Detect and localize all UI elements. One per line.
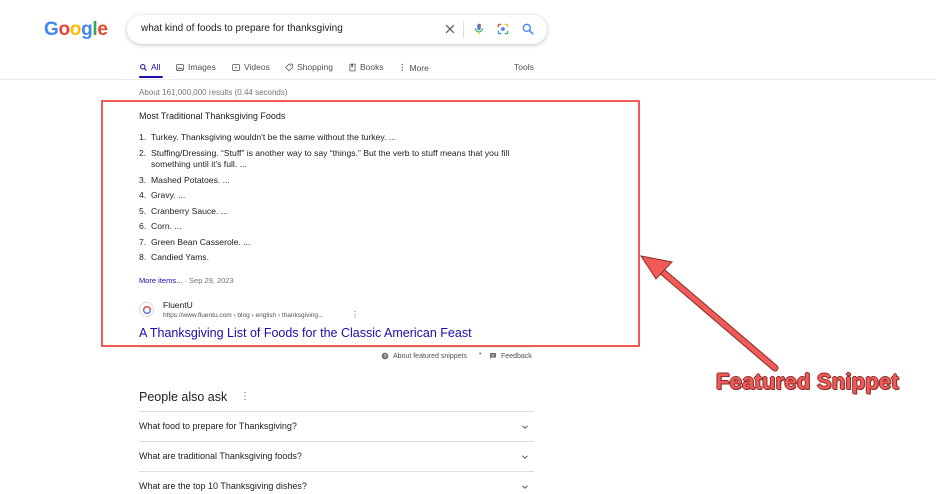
list-item: 7. Green Bean Casserole. ...: [139, 237, 539, 249]
lens-icon[interactable]: [496, 22, 510, 36]
separator-dot: •: [479, 351, 482, 358]
chevron-down-icon: [522, 485, 528, 489]
list-item: 2. Stuffing/Dressing. “Stuff” is another …: [139, 148, 539, 171]
list-number: 6.: [139, 221, 147, 231]
list-number: 5.: [139, 205, 147, 216]
about-featured-snippets[interactable]: ? About featured snippets: [381, 352, 467, 360]
paa-question-text: What are traditional Thanksgiving foods?: [139, 451, 302, 461]
logo-letter: o: [58, 19, 70, 40]
tab-label: Videos: [244, 62, 270, 72]
tab-label: Books: [360, 62, 384, 72]
more-options-icon[interactable]: ⋮: [351, 310, 359, 319]
search-icon[interactable]: [521, 22, 535, 36]
clear-icon[interactable]: [443, 22, 457, 36]
snippet-footer-divider: [139, 347, 534, 348]
search-box[interactable]: what kind of foods to prepare for thanks…: [127, 15, 547, 44]
result-stats: About 161,000,000 results (0.44 seconds): [139, 88, 288, 97]
chevron-down-icon: [522, 455, 528, 459]
microphone-icon[interactable]: [472, 22, 486, 36]
list-text: Candied Yams.: [151, 252, 209, 262]
source-url: https://www.fluentu.com › blog › english…: [163, 312, 324, 319]
list-number: 4.: [139, 190, 147, 200]
list-number: 3.: [139, 174, 147, 185]
tools-button[interactable]: Tools: [514, 62, 534, 72]
snippet-list: 1. Turkey. Thanksgiving wouldn't be the s…: [139, 132, 539, 268]
people-also-ask-title: People also ask: [139, 390, 228, 404]
featured-snippet-annotation-label: Featured Snippet: [716, 369, 899, 394]
tab-label: Images: [188, 62, 216, 72]
search-icon: [140, 63, 147, 71]
tab-label: More: [409, 62, 429, 73]
logo-letter: e: [97, 19, 108, 40]
tab-shopping[interactable]: Shopping: [284, 62, 333, 72]
list-item: 6. Corn. ...: [139, 221, 539, 233]
feedback-icon: [490, 353, 496, 359]
fluentu-favicon: [139, 302, 154, 317]
snippet-date: Sep 29, 2023: [189, 276, 234, 285]
image-icon: [176, 63, 184, 71]
snippet-title: Most Traditional Thanksgiving Foods: [139, 111, 286, 121]
list-text: Corn. ...: [151, 221, 182, 231]
list-item: 8. Candied Yams.: [139, 252, 539, 264]
tab-label: All: [151, 62, 161, 72]
chevron-down-icon: [522, 425, 528, 429]
more-items-line: More items... · Sep 29, 2023: [139, 276, 234, 285]
paa-question[interactable]: What are traditional Thanksgiving foods?: [139, 441, 534, 471]
search-input[interactable]: what kind of foods to prepare for thanks…: [141, 23, 343, 34]
more-items-link[interactable]: More items...: [139, 276, 182, 285]
logo-letter: o: [69, 19, 82, 40]
tab-images[interactable]: Images: [175, 62, 216, 72]
book-icon: [349, 63, 356, 71]
tab-label: Shopping: [297, 62, 333, 72]
tab-books[interactable]: Books: [348, 62, 384, 72]
list-text: Green Bean Casserole. ...: [151, 236, 251, 247]
more-vert-icon: ⋮: [398, 62, 407, 72]
fluentu-logo-icon: [142, 305, 151, 314]
list-item: 3. Mashed Potatoes. ...: [139, 175, 539, 187]
list-number: 7.: [139, 236, 147, 247]
video-icon: [232, 63, 240, 71]
list-number: 2.: [139, 147, 147, 158]
paa-question-text: What are the top 10 Thanksgiving dishes?: [139, 481, 307, 491]
result-title-link[interactable]: A Thanksgiving List of Foods for the Cla…: [139, 326, 472, 340]
list-item: 1. Turkey. Thanksgiving wouldn't be the s…: [139, 132, 539, 144]
header-divider: [0, 79, 936, 80]
tag-icon: [285, 63, 293, 71]
svg-text:?: ?: [384, 354, 387, 359]
list-text: Turkey. Thanksgiving wouldn't be the sam…: [151, 132, 396, 142]
feedback-label: Feedback: [501, 352, 532, 360]
about-label: About featured snippets: [393, 352, 467, 360]
active-tab-indicator: [139, 76, 163, 78]
tab-videos[interactable]: Videos: [231, 62, 270, 72]
help-icon: ?: [381, 352, 389, 360]
paa-question[interactable]: What food to prepare for Thanksgiving?: [139, 411, 534, 441]
more-options-icon[interactable]: ⋮: [240, 391, 250, 402]
source-name: FluentU: [163, 300, 193, 310]
tab-all[interactable]: All: [139, 62, 160, 72]
logo-letter: g: [81, 19, 93, 40]
list-text: Cranberry Sauce. ...: [151, 205, 228, 216]
tab-more[interactable]: ⋮ More: [398, 62, 429, 73]
search-divider: [463, 21, 464, 38]
list-number: 8.: [139, 252, 147, 262]
list-text: Gravy. ...: [151, 190, 186, 200]
logo-letter: G: [44, 19, 59, 40]
list-item: 4. Gravy. ...: [139, 190, 539, 202]
list-text: Mashed Potatoes. ...: [151, 174, 230, 185]
google-logo[interactable]: Google: [44, 19, 108, 41]
list-item: 5. Cranberry Sauce. ...: [139, 206, 539, 218]
feedback-button[interactable]: Feedback: [489, 352, 532, 360]
list-text: Stuffing/Dressing. “Stuff” is another wa…: [151, 147, 510, 170]
paa-question[interactable]: What are the top 10 Thanksgiving dishes?: [139, 471, 534, 494]
paa-question-text: What food to prepare for Thanksgiving?: [139, 421, 297, 431]
list-number: 1.: [139, 132, 147, 142]
